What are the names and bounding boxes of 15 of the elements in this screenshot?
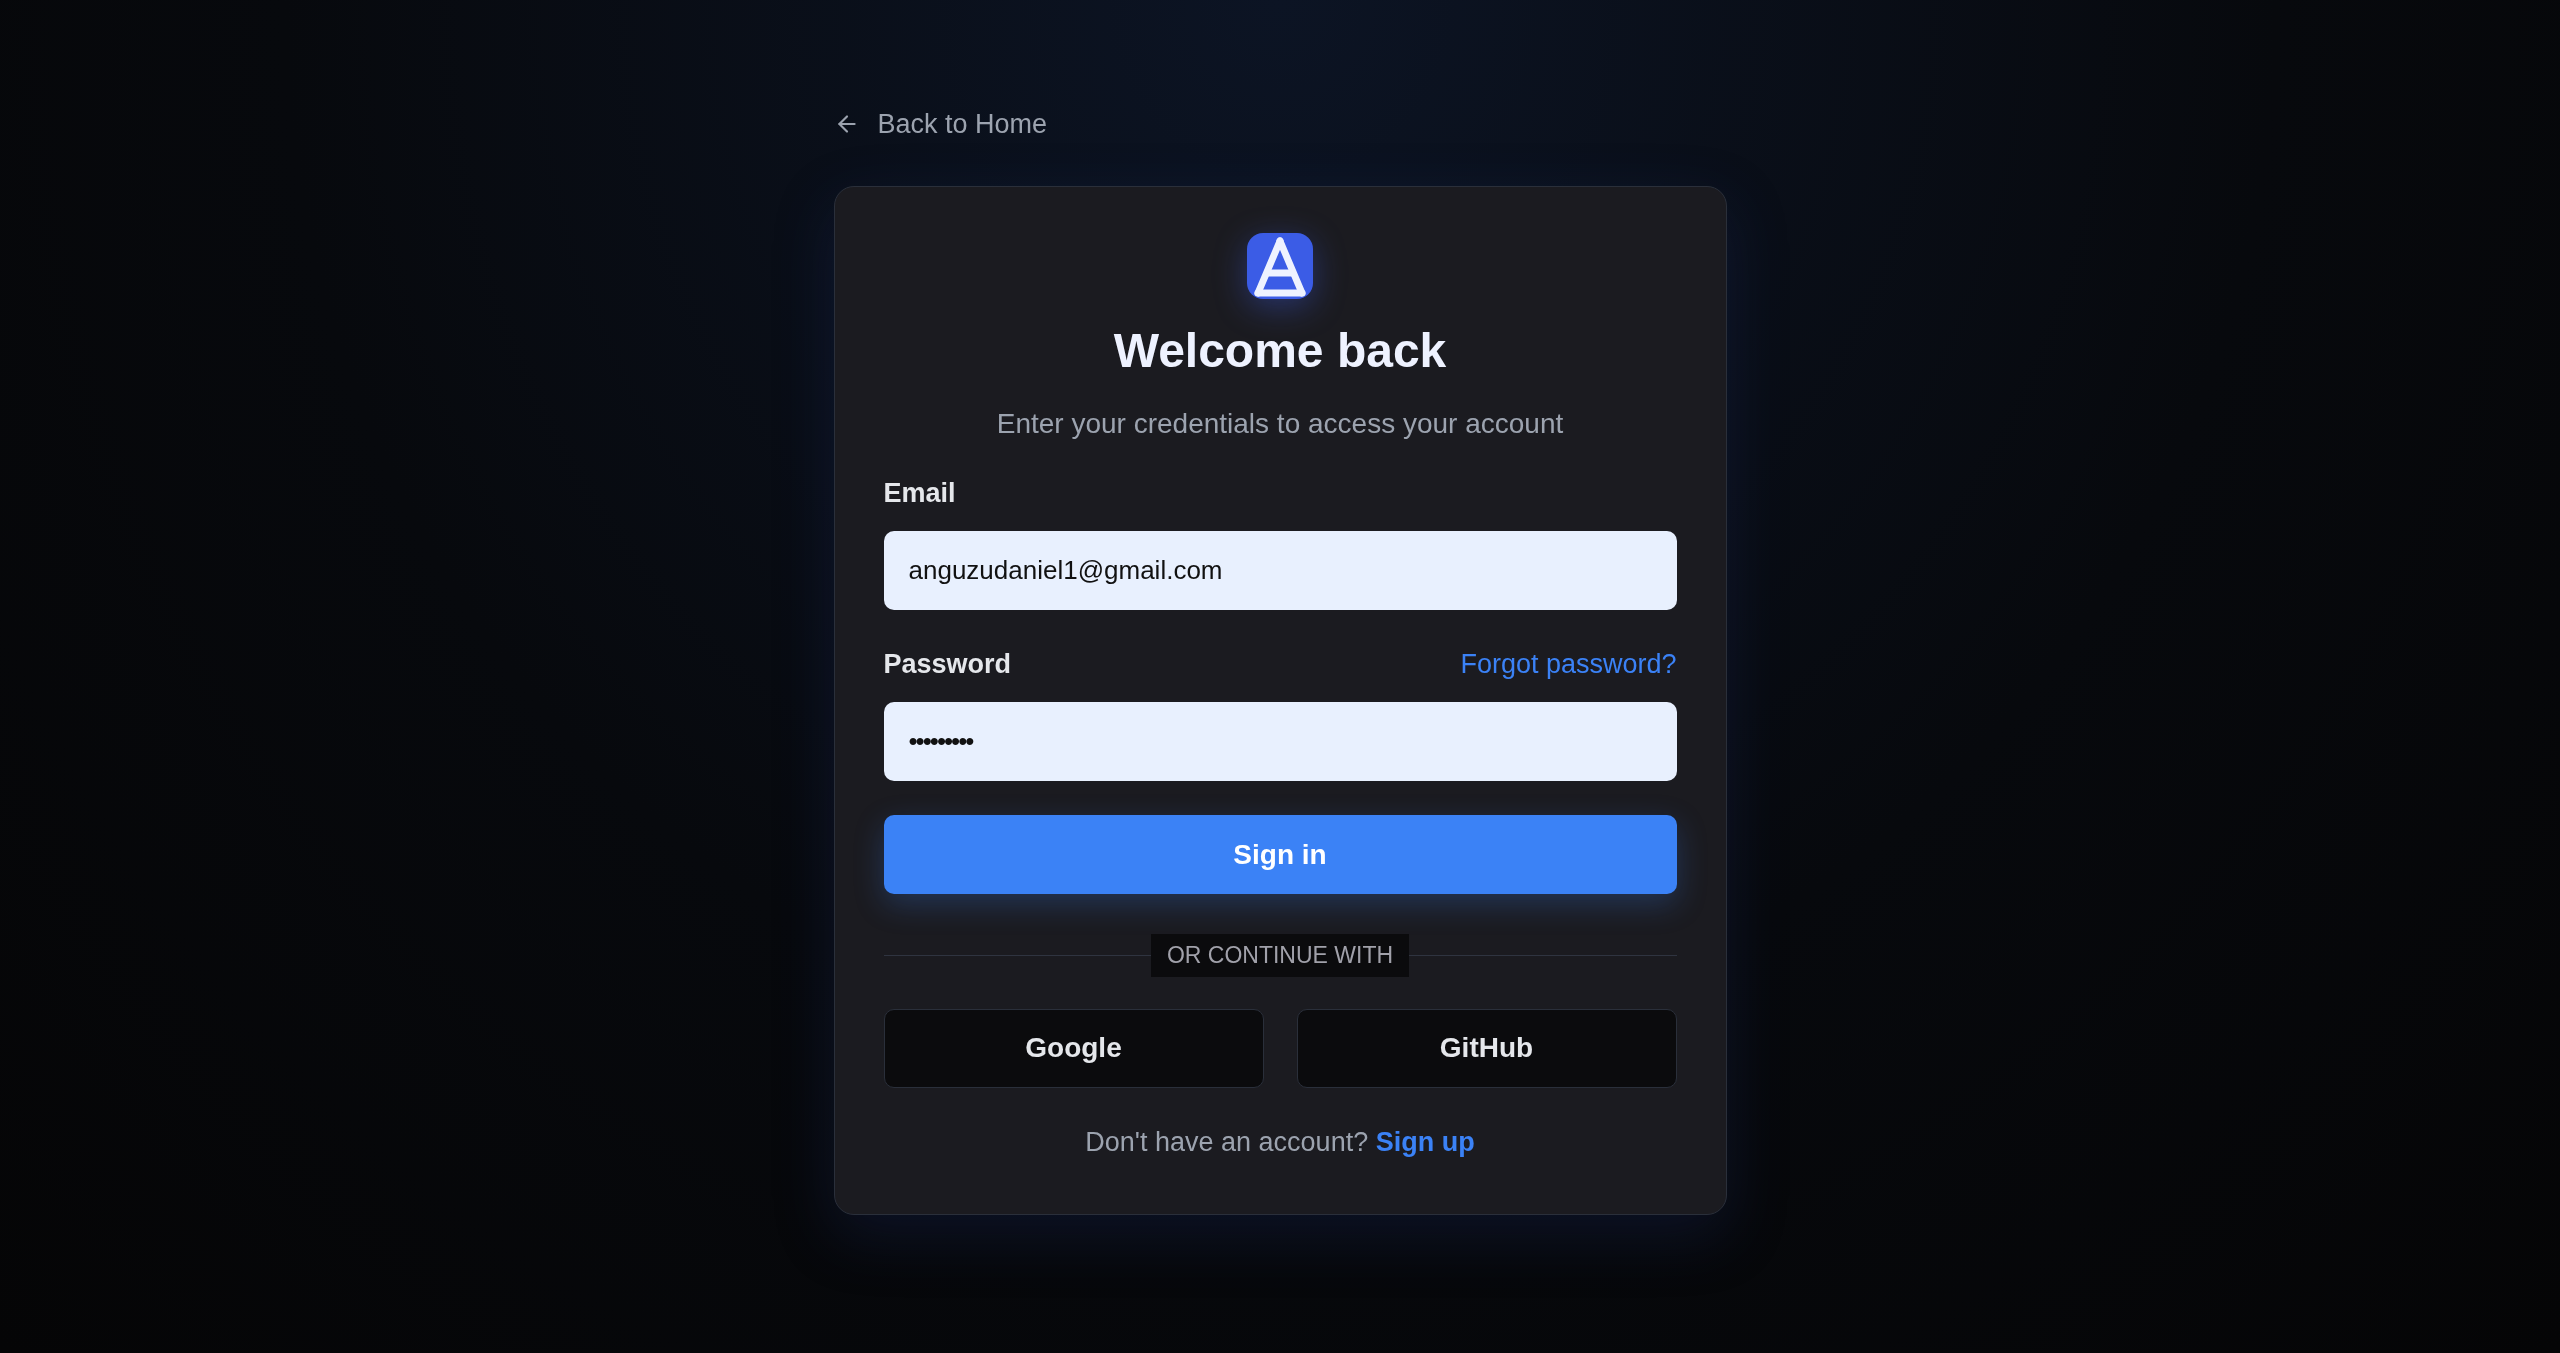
footer-text: Don't have an account? <box>1085 1126 1369 1157</box>
password-field[interactable]: ••••••••• <box>883 702 1677 781</box>
sign-in-button[interactable]: Sign in <box>883 815 1677 894</box>
field-label: Email <box>883 476 956 510</box>
email-field[interactable]: anguzudaniel1@gmail.com <box>883 531 1677 610</box>
card-title: Welcome back <box>1113 327 1447 375</box>
social-login-button[interactable]: Google <box>883 1008 1264 1088</box>
back-link[interactable]: Back to Home <box>833 104 1048 144</box>
card-subtitle: Enter your credentials to access your account <box>996 407 1564 441</box>
divider-label: OR CONTINUE WITH <box>1150 934 1410 977</box>
logo-icon <box>1247 233 1313 299</box>
forgot-password-link[interactable]: Forgot password? <box>1460 643 1677 685</box>
social-login-button[interactable]: GitHub <box>1296 1008 1677 1088</box>
field-label: Password <box>883 647 1012 681</box>
sign-up-link[interactable]: Sign up <box>1375 1126 1475 1157</box>
